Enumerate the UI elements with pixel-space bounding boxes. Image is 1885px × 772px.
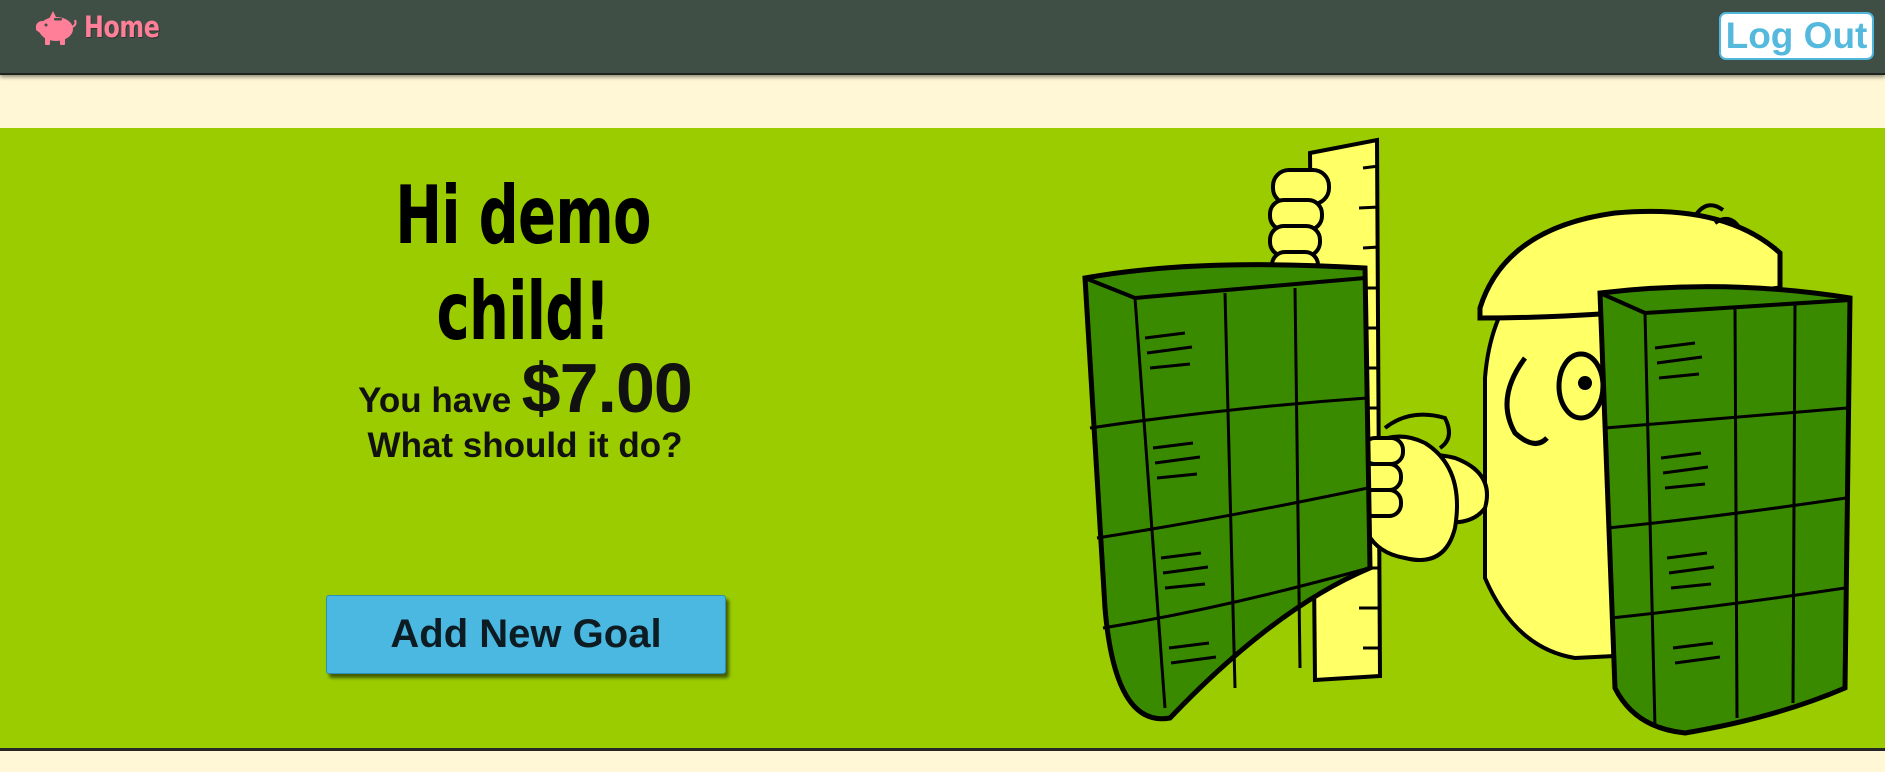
balance-amount: $7.00: [521, 349, 693, 427]
home-label: Home: [84, 10, 160, 44]
logout-button[interactable]: Log Out: [1719, 12, 1874, 60]
balance-line: You have $7.00: [300, 348, 750, 428]
hero-banner: Hi demo child! You have $7.00 What shoul…: [0, 128, 1885, 751]
balance-prefix: You have: [358, 381, 512, 420]
top-navigation-bar: Home Log Out: [0, 0, 1885, 75]
greeting-heading: Hi demo child!: [395, 169, 651, 358]
piggy-bank-icon: [36, 11, 77, 45]
money-stack-right: [1597, 284, 1853, 736]
boy-measuring-money-stacks-illustration: [1082, 137, 1853, 736]
add-new-goal-button[interactable]: Add New Goal: [326, 595, 726, 674]
home-link[interactable]: Home: [32, 6, 176, 48]
balance-question: What should it do?: [367, 426, 683, 465]
